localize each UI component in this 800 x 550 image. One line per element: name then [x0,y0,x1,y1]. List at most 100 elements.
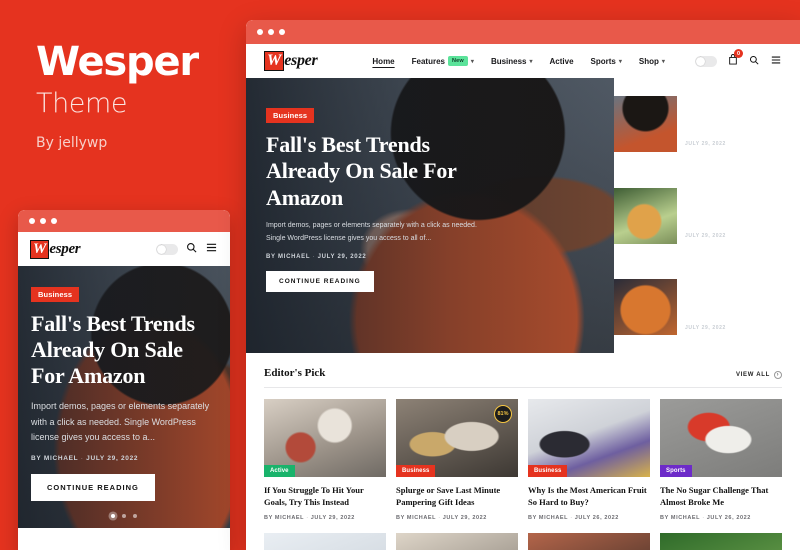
dark-mode-toggle[interactable]: ☾ [695,55,717,67]
category-badge[interactable]: Active [264,465,295,477]
category-badge[interactable]: Business [31,287,80,302]
section-header: Editor's Pick VIEW ALL › [264,353,782,388]
author-name[interactable]: MICHAEL [44,455,78,462]
site-logo[interactable]: Wesper [30,239,81,259]
category-badge[interactable]: Sports [660,465,692,477]
hero-side-post[interactable]: 5 Hacks for Pulling Off The Ultimate 4th… [614,170,800,262]
window-dot-close[interactable] [257,29,263,35]
author-name[interactable]: MICHAEL [407,515,436,521]
mobile-hero-meta: BY MICHAEL · JULY 29, 2022 [31,455,217,462]
continue-reading-button[interactable]: CONTINUE READING [31,474,155,502]
chevron-down-icon: ▾ [529,58,533,65]
window-dot-minimize[interactable] [268,29,274,35]
app-root: Wesper Theme By jellywp Wesper ☾ Busines… [0,0,800,550]
meta-separator: · [306,514,309,521]
hamburger-icon[interactable] [205,241,218,257]
arrow-right-icon: › [774,371,782,379]
card-image[interactable] [660,532,782,550]
nav-label: Business [490,56,527,66]
mobile-hero-excerpt: Import demos, pages or elements separate… [31,400,210,443]
card-meta: BY MICHAEL · JULY 29, 2022 [264,515,386,521]
nav-item-sports[interactable]: Sports ▾ [591,57,622,66]
meta-separator: · [570,514,573,521]
post-date: JULY 29, 2022 [685,141,726,148]
mobile-hero-slider[interactable]: Business Fall's Best Trends Already On S… [18,266,230,528]
new-badge: New [448,56,468,66]
post-text: What I Wore: Everything I Packed For Flo… [685,284,790,331]
hero-title[interactable]: Fall's Best Trends Already On Sale For A… [266,132,489,211]
card-image[interactable] [528,532,650,550]
search-icon[interactable] [749,53,759,69]
dark-mode-toggle[interactable]: ☾ [156,243,178,255]
by-label: BY [396,514,405,521]
author-name[interactable]: MICHAEL [275,515,304,521]
site-logo[interactable]: Wesper [264,51,318,71]
post-thumbnail [614,95,677,152]
window-dot-minimize[interactable] [40,218,46,224]
nav-item-home[interactable]: Home [372,57,394,66]
category-badge[interactable]: Business [528,465,568,477]
publish-date: JULY 26, 2022 [574,514,619,521]
card-title[interactable]: Why Is the Most American Fruit So Hard t… [528,485,650,509]
score-badge: 81% [494,405,512,423]
nav-item-shop[interactable]: Shop ▾ [639,57,665,66]
nav-label: Shop [638,56,659,66]
author-name[interactable]: MICHAEL [539,515,568,521]
logo-text: esper [284,52,318,69]
nav-label: Sports [590,56,616,66]
nav-item-business[interactable]: Business ▾ [491,57,533,66]
nav-item-features[interactable]: Features New ▾ [412,56,474,66]
slider-dot-3[interactable] [133,514,137,518]
card-image: 81% Business [396,399,518,477]
hero-side-post[interactable]: What I Wore: Everything I Packed For Flo… [614,261,800,353]
card-image: Business [528,399,650,477]
cart-button[interactable]: 0 [728,49,743,70]
meta-separator: · [312,254,316,261]
card-image[interactable] [396,532,518,550]
article-card[interactable]: Business Why Is the Most American Fruit … [528,399,650,521]
window-dot-maximize[interactable] [51,218,57,224]
by-label: BY [31,455,42,463]
author-name[interactable]: MICHAEL [278,254,310,260]
by-label: BY [266,254,276,261]
category-badge[interactable]: Business [266,108,315,123]
editors-pick-grid-row-2 [264,521,782,550]
hero-side-post[interactable]: Fall's Best Trends Already On Sale For A… [614,78,800,170]
window-dot-close[interactable] [29,218,35,224]
post-text: Fall's Best Trends Already On Sale For A… [685,100,790,147]
main-navigation: Home Features New ▾ Business ▾ Active Sp… [372,56,665,66]
post-title[interactable]: 5 Hacks for Pulling Off The Ultimate 4th… [685,197,784,225]
card-title[interactable]: Splurge or Save Last Minute Pampering Gi… [396,485,518,509]
article-card[interactable]: Sports The No Sugar Challenge That Almos… [660,399,782,521]
chevron-down-icon: ▾ [618,58,622,65]
slider-dot-2[interactable] [122,514,126,518]
post-title[interactable]: Fall's Best Trends Already On Sale For A… [685,105,779,133]
window-dot-maximize[interactable] [279,29,285,35]
slider-dot-1[interactable] [111,514,115,518]
hero-content: Business Fall's Best Trends Already On S… [266,105,489,293]
category-badge[interactable]: Business [396,465,436,477]
by-label: BY [264,514,273,521]
mobile-nav-icons: ☾ [156,241,218,257]
mobile-hero-title[interactable]: Fall's Best Trends Already On Sale For A… [31,311,217,389]
editors-pick-section: Editor's Pick VIEW ALL › Active If You S… [246,353,800,550]
view-all-link[interactable]: VIEW ALL › [736,371,782,379]
card-image[interactable] [264,532,386,550]
article-card[interactable]: Active If You Struggle To Hit Your Goals… [264,399,386,521]
nav-label: Features [411,56,445,66]
continue-reading-button[interactable]: CONTINUE READING [266,271,374,293]
desktop-hero-section: Business Fall's Best Trends Already On S… [246,78,800,353]
author-name[interactable]: MICHAEL [671,515,700,521]
nav-item-active[interactable]: Active [550,57,574,66]
post-title[interactable]: What I Wore: Everything I Packed For Flo… [685,289,782,317]
cart-count-badge: 0 [734,49,743,58]
logo-text: esper [49,240,81,257]
card-title[interactable]: The No Sugar Challenge That Almost Broke… [660,485,782,509]
page-title: Wesper [36,39,199,85]
hamburger-icon[interactable] [770,53,782,69]
search-icon[interactable] [186,241,197,257]
article-card[interactable]: 81% Business Splurge or Save Last Minute… [396,399,518,521]
card-title[interactable]: If You Struggle To Hit Your Goals, Try T… [264,485,386,509]
hero-featured-post[interactable]: Business Fall's Best Trends Already On S… [246,78,614,353]
mobile-navbar: Wesper ☾ [18,232,230,266]
